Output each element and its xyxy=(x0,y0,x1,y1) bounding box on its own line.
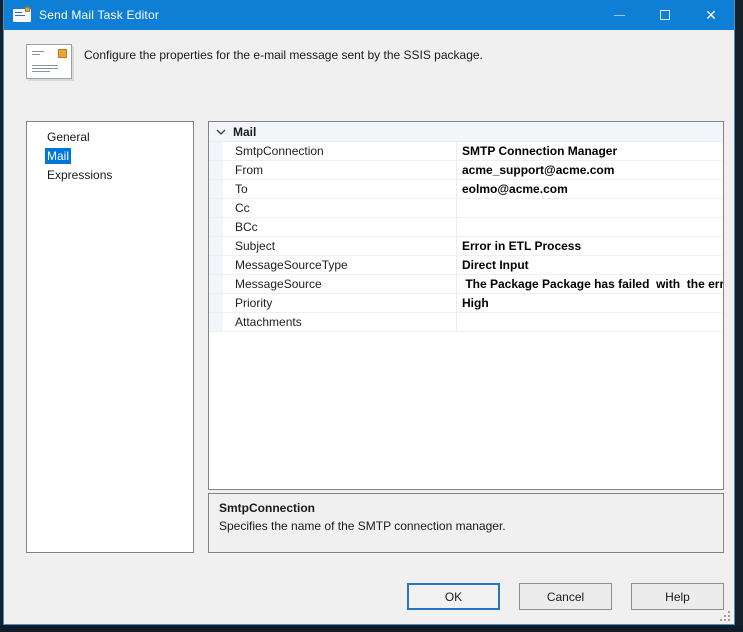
property-row[interactable]: Subject Error in ETL Process xyxy=(209,237,723,256)
property-row[interactable]: MessageSource The Package Package has fa… xyxy=(209,275,723,294)
property-row[interactable]: Priority High xyxy=(209,294,723,313)
property-row[interactable]: To eolmo@acme.com xyxy=(209,180,723,199)
selected-property-name: SmtpConnection xyxy=(219,501,315,515)
nav-item-expressions[interactable]: Expressions xyxy=(27,166,193,185)
close-button[interactable]: ✕ xyxy=(688,0,734,30)
maximize-button[interactable] xyxy=(642,0,688,30)
nav-item-mail[interactable]: Mail xyxy=(27,147,193,166)
minimize-button[interactable] xyxy=(596,0,642,30)
pages-list: General Mail Expressions xyxy=(26,121,194,553)
maximize-icon xyxy=(660,10,670,20)
property-value[interactable] xyxy=(457,218,723,236)
property-name: Priority xyxy=(223,294,457,312)
property-description-panel: SmtpConnection Specifies the name of the… xyxy=(208,493,724,553)
titlebar[interactable]: Send Mail Task Editor ✕ xyxy=(4,0,734,30)
property-name: Cc xyxy=(223,199,457,217)
property-name: Attachments xyxy=(223,313,457,331)
property-value[interactable]: SMTP Connection Manager xyxy=(457,142,723,160)
property-value[interactable]: Error in ETL Process xyxy=(457,237,723,255)
property-name: BCc xyxy=(223,218,457,236)
property-value[interactable]: acme_support@acme.com xyxy=(457,161,723,179)
category-label: Mail xyxy=(233,124,257,139)
property-row[interactable]: MessageSourceType Direct Input xyxy=(209,256,723,275)
window-edge xyxy=(0,625,743,632)
mail-app-icon xyxy=(13,6,31,22)
window-title: Send Mail Task Editor xyxy=(39,8,160,22)
property-value[interactable]: High xyxy=(457,294,723,312)
envelope-icon xyxy=(26,44,72,79)
property-name: MessageSourceType xyxy=(223,256,457,274)
property-value[interactable] xyxy=(457,313,723,331)
property-row[interactable]: BCc xyxy=(209,218,723,237)
nav-item-general[interactable]: General xyxy=(27,128,193,147)
property-row[interactable]: Cc xyxy=(209,199,723,218)
send-mail-task-editor-dialog: Send Mail Task Editor ✕ Configure the pr… xyxy=(3,0,735,625)
dialog-description: Configure the properties for the e-mail … xyxy=(84,48,483,62)
property-name: To xyxy=(223,180,457,198)
help-button[interactable]: Help xyxy=(631,583,724,610)
category-row-mail[interactable]: Mail xyxy=(209,122,723,142)
property-value[interactable]: The Package Package has failed with the … xyxy=(457,275,723,293)
resize-grip[interactable] xyxy=(720,611,730,621)
property-value[interactable] xyxy=(457,199,723,217)
chevron-down-icon[interactable] xyxy=(209,129,233,135)
property-row[interactable]: Attachments xyxy=(209,313,723,332)
property-name: Subject xyxy=(223,237,457,255)
property-name: MessageSource xyxy=(223,275,457,293)
property-value[interactable]: eolmo@acme.com xyxy=(457,180,723,198)
selected-property-description: Specifies the name of the SMTP connectio… xyxy=(219,519,506,533)
property-grid: Mail SmtpConnection SMTP Connection Mana… xyxy=(208,121,724,490)
cancel-button[interactable]: Cancel xyxy=(519,583,612,610)
property-value[interactable]: Direct Input xyxy=(457,256,723,274)
property-name: SmtpConnection xyxy=(223,142,457,160)
minimize-icon xyxy=(613,14,625,16)
ok-button[interactable]: OK xyxy=(407,583,500,610)
property-name: From xyxy=(223,161,457,179)
property-row[interactable]: From acme_support@acme.com xyxy=(209,161,723,180)
property-row[interactable]: SmtpConnection SMTP Connection Manager xyxy=(209,142,723,161)
